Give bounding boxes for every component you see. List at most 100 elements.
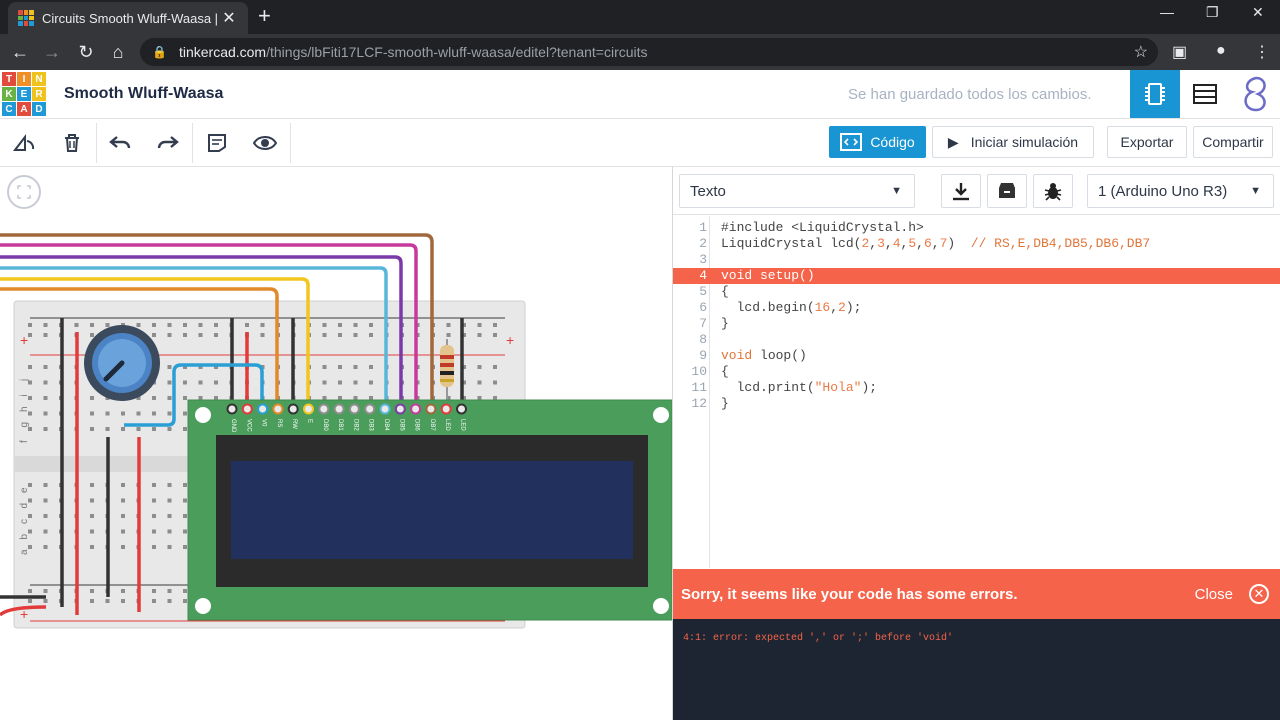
close-error-button[interactable]: Close <box>1195 586 1233 603</box>
line-number: 12 <box>691 396 707 411</box>
code-line[interactable]: 6 lcd.begin(16,2); <box>673 300 1280 316</box>
rail-hole <box>105 323 110 327</box>
device-select[interactable]: 1 (Arduino Uno R3) ▼ <box>1087 174 1274 208</box>
code-line[interactable]: 1 #include <LiquidCrystal.h> <box>673 220 1280 236</box>
download-icon <box>953 183 969 201</box>
rotate-icon[interactable] <box>8 127 40 159</box>
code-line[interactable]: 8 <box>673 332 1280 348</box>
download-code-button[interactable] <box>941 174 981 208</box>
code-line[interactable]: 4 void setup() <box>673 268 1280 284</box>
home-icon[interactable]: ⌂ <box>106 40 130 64</box>
redo-icon[interactable] <box>152 127 184 159</box>
code-button-label: Código <box>870 134 915 150</box>
hole <box>493 396 497 400</box>
chevron-down-icon: ▼ <box>891 185 902 197</box>
row-label: j <box>19 379 30 382</box>
lcd-pin-label: RW <box>291 419 297 429</box>
code-button[interactable]: Código <box>829 126 926 158</box>
hole <box>183 483 187 487</box>
hole <box>167 514 172 518</box>
code-text: { <box>721 364 729 379</box>
code-line[interactable]: 5{ <box>673 284 1280 300</box>
restore-icon[interactable]: ❐ <box>1206 4 1219 21</box>
close-window-icon[interactable]: ✕ <box>1252 4 1264 21</box>
rail-hole <box>214 333 218 337</box>
logo-letter: R <box>32 87 46 101</box>
hole <box>90 427 94 431</box>
code-editor[interactable]: 1 #include <LiquidCrystal.h> 2 LiquidCrysta… <box>673 220 1280 412</box>
hole <box>214 380 218 385</box>
code-line[interactable]: 2 LiquidCrystal lcd(2,3,4,5,6,7) // RS,E,… <box>673 236 1280 252</box>
rail-hole <box>183 333 187 337</box>
share-button[interactable]: Compartir <box>1193 126 1273 158</box>
lcd-screen <box>231 461 633 559</box>
code-mode-value: Texto <box>690 182 726 200</box>
user-avatar[interactable] <box>1230 70 1280 118</box>
code-line[interactable]: 9 void loop() <box>673 348 1280 364</box>
undo-icon[interactable] <box>104 127 136 159</box>
new-tab-icon[interactable]: + <box>258 5 271 27</box>
hole <box>152 529 156 534</box>
line-number: 8 <box>699 332 707 347</box>
hole <box>152 411 156 416</box>
code-line[interactable]: 12} <box>673 396 1280 412</box>
console-error-output: 4:1: error: expected ',' or ';' before '… <box>683 633 954 644</box>
visibility-eye-icon[interactable] <box>249 127 281 159</box>
lock-icon: 🔒 <box>152 45 167 59</box>
rail-hole <box>136 323 141 327</box>
rail-hole <box>43 599 48 603</box>
rail-hole <box>90 599 94 603</box>
menu-kebab-icon[interactable]: ⋮ <box>1254 42 1270 62</box>
lcd-pin <box>287 403 299 415</box>
minimize-icon[interactable]: — <box>1160 4 1174 20</box>
row-label: d <box>19 503 30 509</box>
tinkercad-logo[interactable]: TIN KER CAD <box>2 72 46 116</box>
close-tab-icon[interactable]: ✕ <box>220 8 238 28</box>
hole <box>43 483 48 487</box>
code-text: } <box>721 316 729 331</box>
circuit-canvas[interactable]: + + + jihgfedcba GND VCC V0 RS RW E DB0 … <box>0 167 672 720</box>
hole <box>121 529 125 534</box>
bookmark-star-icon[interactable]: ☆ <box>1134 42 1148 62</box>
rail-hole <box>353 333 358 337</box>
circuit-schematic[interactable]: + + + jihgfedcba GND VCC V0 RS RW E DB0 … <box>0 167 672 720</box>
code-line[interactable]: 7} <box>673 316 1280 332</box>
export-button[interactable]: Exportar <box>1107 126 1187 158</box>
close-circle-icon[interactable]: ✕ <box>1249 584 1269 604</box>
hole <box>493 380 497 385</box>
project-name[interactable]: Smooth Wluff-Waasa <box>64 85 223 103</box>
cast-icon[interactable]: ▣ <box>1172 42 1187 62</box>
notes-icon[interactable] <box>201 127 233 159</box>
reload-icon[interactable]: ↻ <box>74 40 98 64</box>
circuit-view-button[interactable] <box>1130 70 1180 118</box>
profile-icon[interactable]: ● <box>1216 42 1226 60</box>
code-line[interactable]: 3 <box>673 252 1280 268</box>
trash-icon[interactable] <box>56 127 88 159</box>
hole <box>90 396 94 400</box>
rail-hole <box>105 599 110 603</box>
lcd-pin <box>456 403 467 415</box>
browser-tab[interactable]: Circuits Smooth Wluff-Waasa | Ti ✕ <box>8 2 248 34</box>
hole <box>167 365 172 369</box>
code-mode-select[interactable]: Texto ▼ <box>679 174 915 208</box>
editor-toolbar: Código ▶ Iniciar simulación Exportar Com… <box>0 119 1280 167</box>
lcd-pin-label: GND <box>230 419 236 433</box>
rail-hole <box>152 323 156 327</box>
back-icon[interactable]: ← <box>8 40 32 64</box>
hole <box>183 545 187 549</box>
code-line[interactable]: 11 lcd.print("Hola"); <box>673 380 1280 396</box>
hole <box>322 365 327 369</box>
line-number: 1 <box>699 220 707 235</box>
library-button[interactable] <box>987 174 1027 208</box>
rail-hole <box>90 333 94 337</box>
address-bar[interactable]: 🔒 tinkercad.com /things/lbFiti17LCF-smoo… <box>140 38 1158 66</box>
code-panel: Texto ▼ 1 (Arduino Uno R3) ▼ 1 #include <… <box>672 167 1280 720</box>
debugger-button[interactable] <box>1033 174 1073 208</box>
rail-hole <box>28 323 32 327</box>
rail-hole <box>198 333 203 337</box>
forward-icon[interactable]: → <box>40 40 64 64</box>
component-list-button[interactable] <box>1180 70 1230 118</box>
row-label: b <box>19 534 30 540</box>
start-simulation-button[interactable]: ▶ Iniciar simulación <box>932 126 1094 158</box>
code-line[interactable]: 10 { <box>673 364 1280 380</box>
